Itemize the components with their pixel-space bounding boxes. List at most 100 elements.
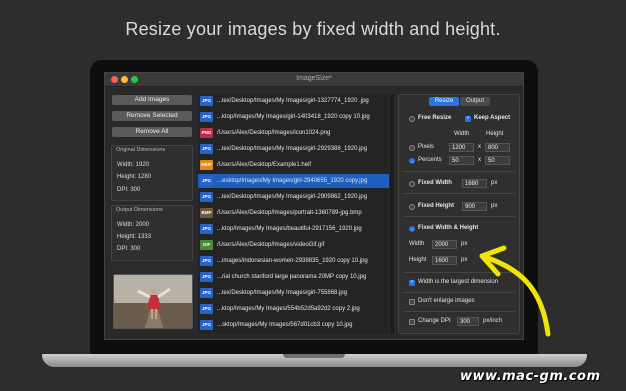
width-field[interactable]: 2000 (432, 240, 457, 249)
file-path: ...sktop/Images/My Images/567d01cb3 copy… (217, 322, 353, 328)
file-row[interactable]: PNG/Users/Alex/Desktop/Images/icon1024.p… (198, 126, 389, 140)
height-field[interactable]: 1600 (432, 256, 457, 265)
file-path: /Users/Alex/Desktop/Example1.heif (217, 162, 312, 168)
file-row[interactable]: JPG ...ktop/Images/My Images/girl-1403418… (198, 110, 389, 124)
keep-aspect-checkbox[interactable] (465, 115, 471, 122)
output-width: Width: 2000 (117, 222, 150, 228)
file-type-icon: HEIF (200, 160, 213, 170)
file-path: ...ktop/Images/My Images/girl-1403418_19… (217, 114, 370, 120)
width-unit: px (461, 241, 468, 247)
percents-height-field[interactable]: 50 (485, 156, 510, 165)
pixels-height-field[interactable]: 800 (485, 143, 510, 152)
divider (403, 193, 515, 194)
free-resize-label: Free Resize (418, 115, 452, 121)
percents-times: x (478, 157, 481, 163)
original-dpi: DPI: 300 (117, 187, 141, 193)
largest-dimension-checkbox[interactable] (409, 279, 415, 286)
fixed-height-field[interactable]: 900 (462, 202, 487, 211)
pixels-radio[interactable] (409, 145, 415, 151)
file-row[interactable]: JPG ...lex/Desktop/Images/My Images/girl-… (198, 94, 389, 108)
file-path: ...lex/Desktop/Images/My Images/girl-755… (217, 290, 348, 296)
file-row[interactable]: JPG ...ktop/Images/My Images/554b52d5a92d… (198, 302, 389, 316)
file-type-icon: JPG (200, 288, 213, 298)
file-path: ...lex/Desktop/Images/My Images/girl-292… (217, 146, 368, 152)
height-column-label: Height (486, 131, 504, 137)
remove-all-button[interactable]: Remove All (112, 127, 192, 137)
laptop-notch (283, 354, 345, 358)
file-path: ...lex/Desktop/Images/My Images/girl-132… (217, 98, 369, 104)
fixed-height-label: Fixed Height (418, 203, 455, 209)
fixed-width-label: Fixed Width (418, 180, 452, 186)
file-row[interactable]: GIF/Users/Alex/Desktop/Images/videoGif.g… (198, 238, 389, 252)
pixels-times: x (478, 144, 481, 150)
file-type-icon: JPG (200, 112, 213, 122)
image-preview (113, 274, 193, 329)
file-row[interactable]: JPG ...rial church stanford large panoram… (198, 270, 389, 284)
file-type-icon: JPG (200, 96, 213, 106)
file-row[interactable]: JPG ...esktop/Images/My Images/girl-29406… (198, 174, 389, 188)
file-row[interactable]: JPG ...lex/Desktop/Images/My Images/girl-… (198, 190, 389, 204)
percents-width-field[interactable]: 50 (449, 156, 474, 165)
fixed-width-field[interactable]: 1680 (462, 179, 487, 188)
pixels-width-field[interactable]: 1200 (449, 143, 474, 152)
title-bar: ImageSize* (105, 73, 523, 87)
original-dimensions-title: Original Dimensions (116, 147, 166, 153)
file-row[interactable]: JPG ...lex/Desktop/Images/My Images/girl-… (198, 142, 389, 156)
file-row[interactable]: JPG ...lex/Desktop/Images/My Images/girl-… (198, 286, 389, 300)
output-dpi: DPI: 300 (117, 246, 141, 252)
dont-enlarge-checkbox[interactable] (409, 299, 415, 305)
window-title: ImageSize* (296, 75, 332, 82)
output-dimensions-box (111, 205, 193, 261)
keep-aspect-label: Keep Aspect (474, 115, 511, 121)
file-path: /Users/Alex/Desktop/Images/portrait-1360… (217, 210, 362, 216)
file-type-icon: JPG (200, 176, 213, 186)
file-type-icon: JPG (200, 304, 213, 314)
file-type-icon: JPG (200, 272, 213, 282)
file-path: ...ktop/Images/My Images/beautiful-29171… (217, 226, 362, 232)
file-path: ...ktop/Images/My Images/554b52d5a92d2 c… (217, 306, 360, 312)
fixed-width-radio[interactable] (409, 181, 415, 187)
tab-output[interactable]: Output (460, 97, 490, 106)
file-path: ...images/indonesian-women-2939835_1920 … (217, 258, 368, 264)
file-path: ...lex/Desktop/Images/My Images/girl-290… (217, 194, 368, 200)
file-list[interactable]: JPG ...lex/Desktop/Images/My Images/girl-… (198, 94, 389, 334)
percents-radio[interactable] (409, 158, 415, 164)
fixed-height-unit: px (491, 203, 498, 209)
tab-resize[interactable]: Resize (429, 97, 459, 106)
file-row[interactable]: BMP/Users/Alex/Desktop/Images/portrait-1… (198, 206, 389, 220)
file-row[interactable]: JPG ...ktop/Images/My Images/beautiful-29… (198, 222, 389, 236)
fixed-height-radio[interactable] (409, 204, 415, 210)
app-window: ImageSize* Add Images Remove Selected Re… (104, 72, 524, 340)
remove-selected-button[interactable]: Remove Selected (112, 111, 192, 121)
width-label: Width (409, 241, 425, 247)
file-path: /Users/Alex/Desktop/Images/icon1024.png (217, 130, 331, 136)
height-label: Height (409, 257, 427, 263)
watermark: www.mac-gm.com (460, 369, 601, 384)
file-type-icon: JPG (200, 192, 213, 202)
divider (403, 171, 515, 172)
dont-enlarge-label: Don't enlarge images (418, 298, 475, 304)
free-resize-radio[interactable] (409, 116, 415, 122)
file-type-icon: PNG (200, 128, 213, 138)
original-width: Width: 1920 (117, 162, 150, 168)
file-row[interactable]: HEIF/Users/Alex/Desktop/Example1.heif (198, 158, 389, 172)
file-row[interactable]: JPG ...images/indonesian-women-2939835_19… (198, 254, 389, 268)
fixed-width-unit: px (491, 180, 498, 186)
output-dimensions-title: Output Dimensions (116, 207, 163, 213)
highlight-arrow (479, 245, 551, 337)
original-height: Height: 1280 (117, 174, 152, 180)
headline: Resize your images by fixed width and he… (125, 19, 501, 39)
file-list-scrollbar[interactable] (390, 94, 394, 334)
add-images-button[interactable]: Add Images (112, 95, 192, 105)
file-type-icon: JPG (200, 144, 213, 154)
fixed-width-height-radio[interactable] (409, 226, 415, 232)
file-path: /Users/Alex/Desktop/Images/videoGif.gif (217, 242, 325, 248)
change-dpi-checkbox[interactable] (409, 319, 415, 325)
percents-label: Percents (418, 157, 442, 163)
output-height: Height: 1333 (117, 234, 152, 240)
file-type-icon: JPG (200, 320, 213, 330)
file-row[interactable]: JPG ...sktop/Images/My Images/567d01cb3 c… (198, 318, 389, 332)
file-type-icon: JPG (200, 224, 213, 234)
width-column-label: Width (454, 131, 470, 137)
file-type-icon: JPG (200, 256, 213, 266)
